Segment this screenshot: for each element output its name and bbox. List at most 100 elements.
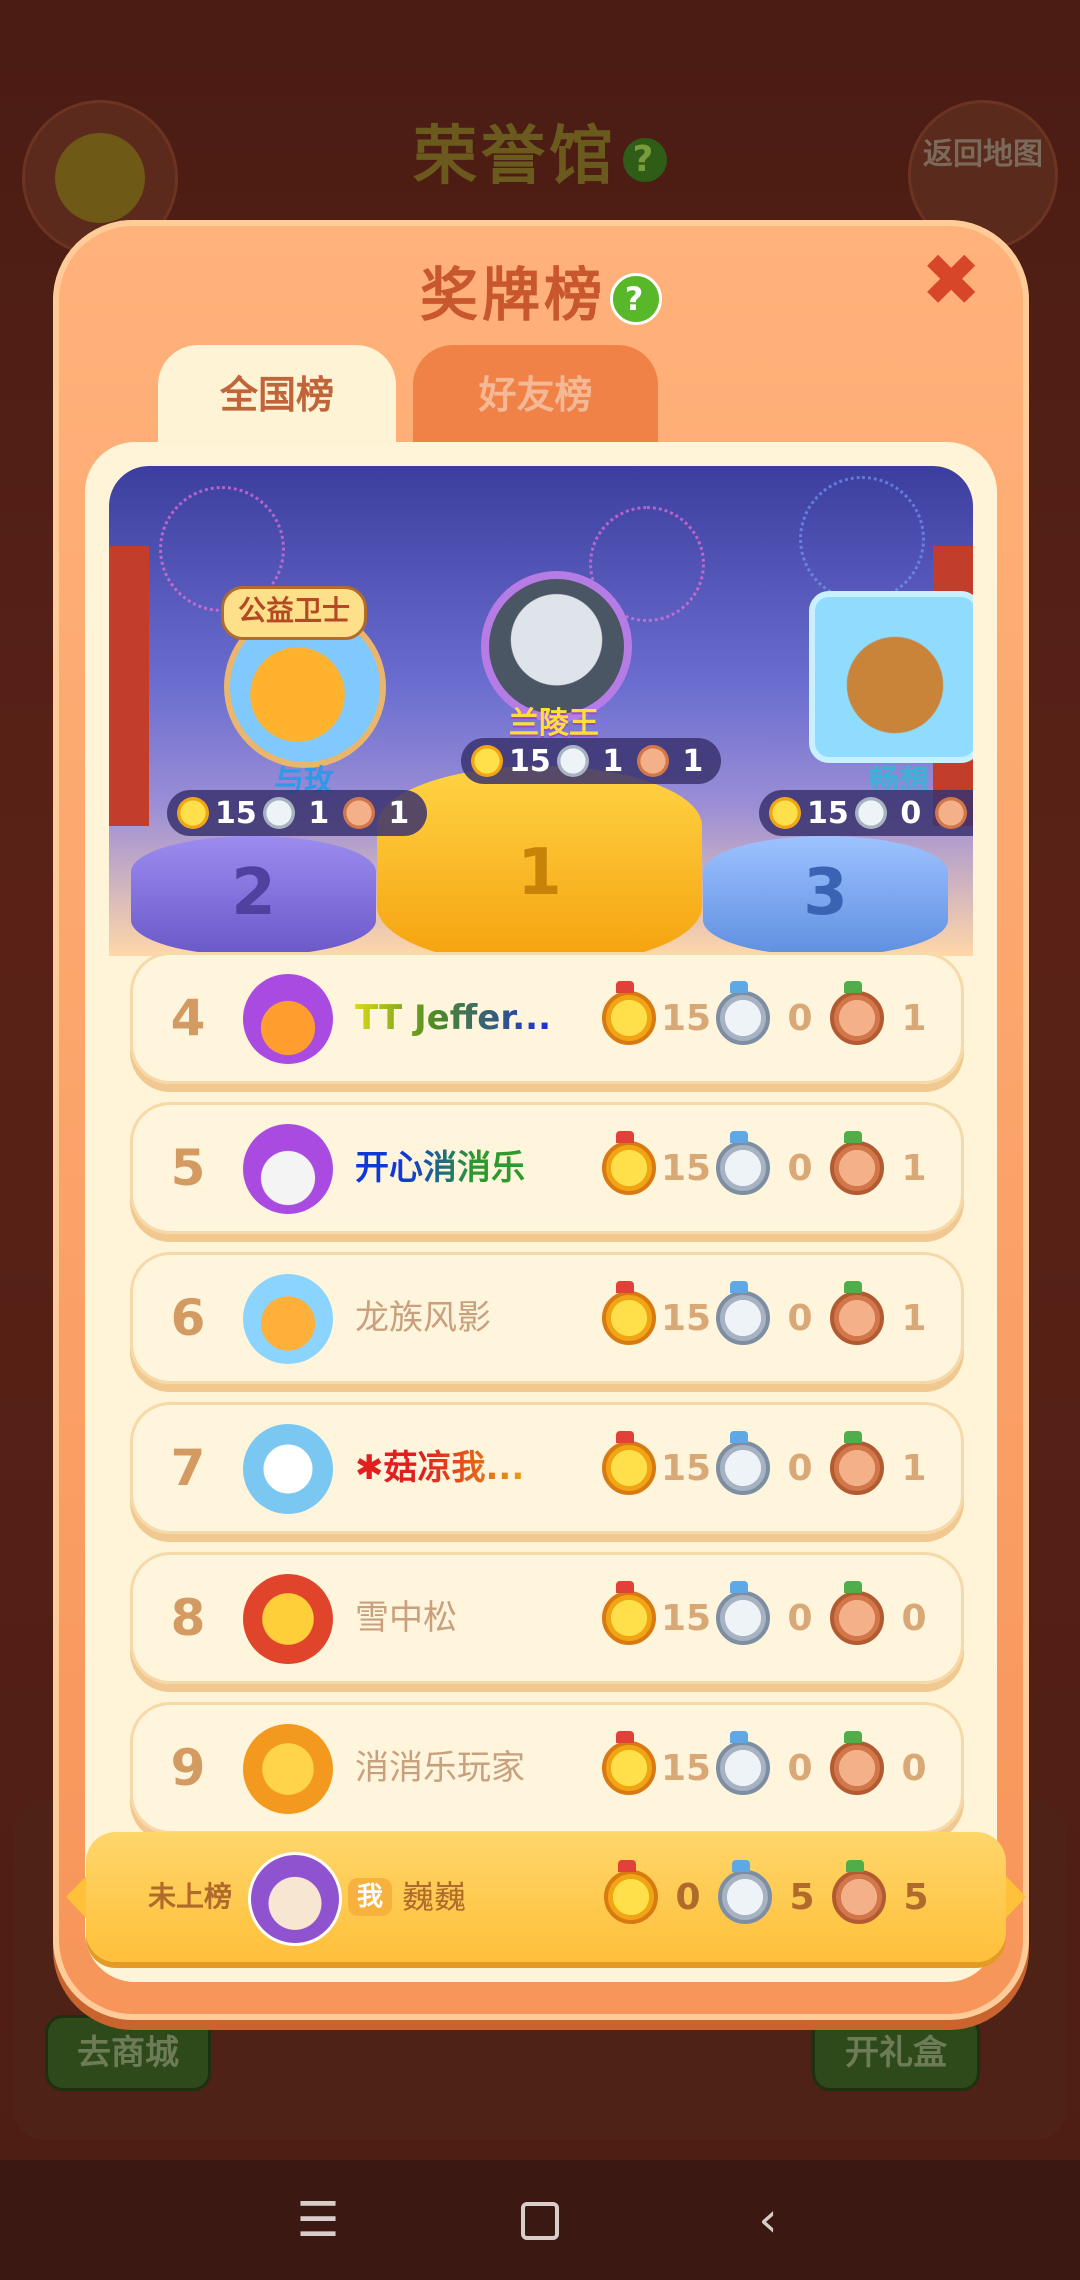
- gift-box-button[interactable]: 开礼盒: [812, 2015, 980, 2091]
- avatar[interactable]: [243, 1724, 333, 1814]
- bronze-count: 5: [903, 1876, 929, 1918]
- medal-counts: 15 0 1: [759, 790, 973, 836]
- rank-number: 8: [170, 1589, 206, 1647]
- silver-count: 0: [787, 997, 813, 1039]
- silver-medal-icon: [716, 981, 770, 1045]
- podium-place-3: 3: [803, 856, 848, 930]
- close-button[interactable]: ✖: [921, 244, 981, 316]
- avatar[interactable]: [243, 974, 333, 1064]
- my-rank-row[interactable]: 未上榜 我 巍巍 0 5 5: [66, 1832, 1026, 1962]
- bronze-count: 1: [388, 795, 410, 831]
- podium-place-1: 1: [517, 836, 562, 910]
- rank-number: 6: [170, 1289, 206, 1347]
- gold-medal-icon: [602, 981, 656, 1045]
- avatar[interactable]: [243, 1574, 333, 1664]
- unranked-label: 未上榜: [148, 1880, 233, 1913]
- bronze-medal-icon: [934, 797, 967, 829]
- bronze-medal-icon: [830, 1731, 884, 1795]
- gold-count: 15: [807, 795, 849, 831]
- me-badge: 我: [348, 1878, 392, 1916]
- menu-icon[interactable]: ☰: [290, 2192, 346, 2248]
- silver-count: 0: [787, 1747, 813, 1789]
- medal-counts: 15 0 1: [602, 952, 944, 1084]
- silver-medal-icon: [716, 1581, 770, 1645]
- gold-count: 15: [660, 997, 712, 1039]
- table-row[interactable]: 5 开心消消乐 15 0 1: [130, 1102, 964, 1234]
- table-row[interactable]: 6 龙族风影 15 0 1: [130, 1252, 964, 1384]
- firework-icon: [799, 476, 925, 602]
- medal-counts: 15 0 1: [602, 1252, 944, 1384]
- gold-medal-icon: [602, 1131, 656, 1195]
- bronze-count: 1: [682, 743, 704, 779]
- silver-medal-icon: [716, 1431, 770, 1495]
- curtain-left: [109, 546, 149, 826]
- table-row[interactable]: 7 ✱菇凉我... 15 0 1: [130, 1402, 964, 1534]
- silver-count: 5: [789, 1876, 815, 1918]
- system-navigation-bar: ☰ ‹: [0, 2160, 1080, 2280]
- bronze-count: 1: [901, 1147, 927, 1189]
- podium-stand-2: 2: [131, 836, 376, 956]
- silver-medal-icon: [716, 1731, 770, 1795]
- home-icon[interactable]: [512, 2192, 568, 2248]
- player-name: 消消乐玩家: [355, 1748, 525, 1788]
- tab-national[interactable]: 全国榜: [158, 345, 396, 445]
- player-name: 开心消消乐: [355, 1102, 525, 1234]
- avatar[interactable]: [248, 1852, 342, 1946]
- podium-stand-1: 1: [377, 766, 702, 956]
- table-row[interactable]: 4 TT Jeffer... 15 0 1: [130, 952, 964, 1084]
- bronze-count: 1: [901, 997, 927, 1039]
- medal-counts: 15 0 1: [602, 1102, 944, 1234]
- silver-count: 0: [900, 795, 922, 831]
- medal-counts: 15 0 0: [602, 1702, 944, 1834]
- podium-stand-3: 3: [703, 836, 948, 956]
- avatar[interactable]: [243, 1274, 333, 1364]
- silver-count: 0: [787, 1447, 813, 1489]
- bronze-count: 1: [901, 1297, 927, 1339]
- bronze-medal-icon: [830, 1131, 884, 1195]
- gold-medal-icon: [177, 797, 209, 829]
- shop-button[interactable]: 去商城: [45, 2015, 211, 2091]
- help-icon[interactable]: ?: [610, 272, 662, 325]
- gold-medal-icon: [602, 1731, 656, 1795]
- tab-friends[interactable]: 好友榜: [413, 345, 658, 445]
- silver-medal-icon: [718, 1860, 772, 1924]
- bronze-count: 1: [901, 1447, 927, 1489]
- help-icon[interactable]: ?: [623, 138, 667, 183]
- player-name: TT Jeffer...: [355, 952, 551, 1084]
- silver-count: 1: [308, 795, 330, 831]
- medal-counts: 15 1 1: [461, 738, 721, 784]
- gold-count: 15: [215, 795, 257, 831]
- gold-medal-icon: [602, 1581, 656, 1645]
- avatar[interactable]: [809, 591, 973, 763]
- rank-number: 5: [170, 1139, 206, 1197]
- player-name: ✱菇凉我...: [355, 1402, 524, 1534]
- gold-count: 15: [660, 1747, 712, 1789]
- avatar[interactable]: [243, 1124, 333, 1214]
- podium-place-2: 2: [231, 856, 276, 930]
- table-row[interactable]: 9 消消乐玩家 15 0 0: [130, 1702, 964, 1834]
- silver-count: 0: [787, 1597, 813, 1639]
- rank-number: 4: [170, 989, 206, 1047]
- modal-title: 奖牌榜?: [53, 248, 1029, 332]
- player-name: 雪中松: [355, 1598, 457, 1638]
- bronze-count: 0: [901, 1597, 927, 1639]
- gold-count: 15: [660, 1147, 712, 1189]
- gold-medal-icon: [602, 1431, 656, 1495]
- bronze-medal-icon: [830, 1581, 884, 1645]
- table-row[interactable]: 8 雪中松 15 0 0: [130, 1552, 964, 1684]
- player-name: 兰陵王: [509, 706, 599, 741]
- rank-number: 9: [170, 1739, 206, 1797]
- bronze-medal-icon: [830, 1431, 884, 1495]
- bronze-count: 0: [901, 1747, 927, 1789]
- bronze-medal-icon: [830, 981, 884, 1045]
- gold-count: 15: [660, 1447, 712, 1489]
- silver-count: 0: [787, 1297, 813, 1339]
- avatar[interactable]: [243, 1424, 333, 1514]
- gold-medal-icon: [471, 745, 503, 777]
- medal-counts: 15 0 1: [602, 1402, 944, 1534]
- medal-counts: 0 5 5: [604, 1832, 946, 1962]
- player-name: 龙族风影: [355, 1298, 491, 1338]
- gold-count: 15: [660, 1597, 712, 1639]
- back-icon[interactable]: ‹: [740, 2192, 796, 2248]
- bronze-medal-icon: [636, 745, 669, 777]
